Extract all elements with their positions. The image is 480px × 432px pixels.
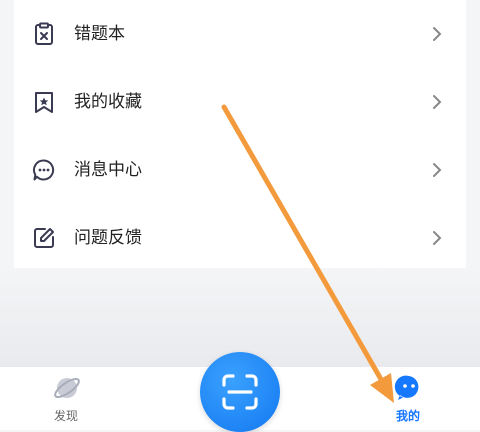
annotation-arrow xyxy=(221,104,394,403)
